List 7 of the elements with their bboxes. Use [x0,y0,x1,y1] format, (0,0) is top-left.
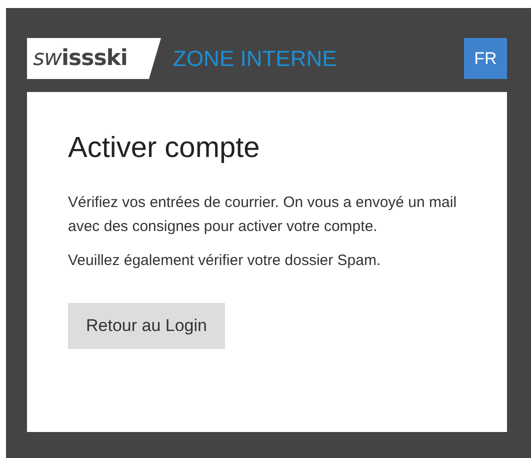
message-text: Vérifiez vos entrées de courrier. On vous a envoyé un mail avec des consignes pour activer votre compte. [68,193,458,237]
logo: swissski [27,38,161,79]
back-to-login-button[interactable]: Retour au Login [68,303,225,349]
page-title: Activer compte [68,132,261,165]
message-text: Veuillez également vérifier votre dossier Spam. [68,251,382,271]
language-button[interactable]: FR [464,38,507,79]
zone-title: ZONE INTERNE [173,46,338,72]
